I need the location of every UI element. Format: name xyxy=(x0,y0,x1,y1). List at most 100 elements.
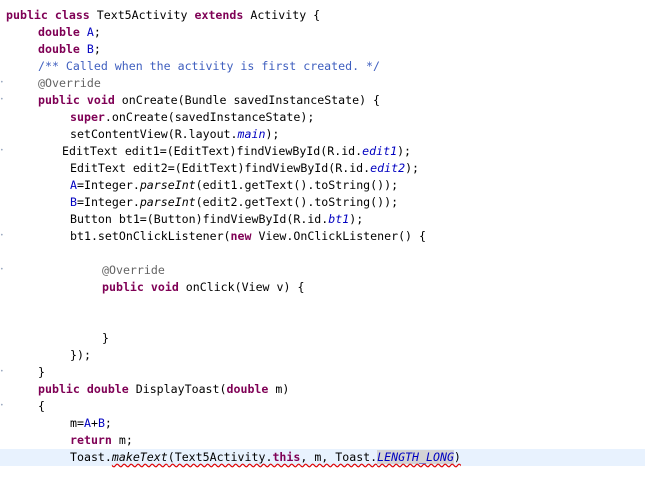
code-token: B xyxy=(86,42,94,56)
gutter-marker-icon[interactable]: • xyxy=(0,148,4,154)
code-token: ); xyxy=(349,212,364,226)
code-token: return xyxy=(70,433,112,447)
code-token: ; xyxy=(93,25,101,39)
code-token: main xyxy=(237,127,266,141)
code-line-text: public void onClick(View v) { xyxy=(102,279,304,296)
gutter-marker-icon[interactable]: • xyxy=(0,80,4,86)
code-token: Activity { xyxy=(243,8,321,22)
code-token: B xyxy=(97,416,105,430)
code-token: B xyxy=(70,195,77,209)
gutter-marker-icon[interactable]: • xyxy=(0,369,4,375)
code-token: void xyxy=(150,280,179,294)
code-token: double xyxy=(38,25,80,39)
code-token: super xyxy=(70,110,105,124)
code-line-text: setContentView(R.layout.main); xyxy=(70,126,279,143)
code-line-text: @Override xyxy=(102,262,165,279)
code-line-text: Toast.makeText(Text5Activity.this, m, To… xyxy=(70,449,461,466)
code-token: this xyxy=(272,450,301,464)
code-token: LENGTH_LONG xyxy=(377,450,454,464)
code-line-text: } xyxy=(102,330,109,347)
code-token: double xyxy=(38,42,80,56)
code-line-text: B=Integer.parseInt(edit2.getText().toStr… xyxy=(70,194,398,211)
code-token: Text5Activity xyxy=(89,8,195,22)
code-token: bt1 xyxy=(328,212,350,226)
code-token: bt1.setOnClickListener( xyxy=(70,229,231,243)
code-token: ); xyxy=(265,127,280,141)
code-line-text: A=Integer.parseInt(edit1.getText().toStr… xyxy=(70,177,398,194)
code-token: public xyxy=(38,382,80,396)
code-token: (edit2.getText().toString()); xyxy=(195,195,399,209)
code-line-text: @Override xyxy=(38,75,101,92)
code-token: =Integer. xyxy=(76,195,140,209)
code-line-text: { xyxy=(38,398,45,415)
code-line-text: double A; xyxy=(38,24,101,41)
gutter-marker-icon[interactable]: • xyxy=(0,403,4,409)
code-token: =Integer. xyxy=(76,178,140,192)
code-token: ; xyxy=(104,416,112,430)
code-line[interactable]: Toast.makeText(Text5Activity.this, m, To… xyxy=(0,449,645,466)
code-token: public xyxy=(38,93,80,107)
code-line-text: return m; xyxy=(70,432,133,449)
code-token: @Override xyxy=(38,76,101,90)
code-line-text: double B; xyxy=(38,41,101,58)
code-token: /** Called when the activity is first cr… xyxy=(38,59,381,73)
code-line-text: bt1.setOnClickListener(new View.OnClickL… xyxy=(70,228,426,245)
code-token: { xyxy=(38,399,45,413)
code-token: ; xyxy=(93,42,101,56)
code-token: parseInt xyxy=(139,195,196,209)
gutter-marker-icon[interactable]: • xyxy=(0,233,4,239)
code-token: m= xyxy=(70,416,84,430)
code-token: Button bt1=(Button)findViewById(R.id. xyxy=(70,212,329,226)
code-token: EditText edit1=(EditText)findViewById(R.… xyxy=(62,144,363,158)
code-token: (Text5Activity. xyxy=(167,450,273,464)
gutter-marker-icon[interactable]: • xyxy=(0,267,4,273)
code-token: double xyxy=(86,382,129,396)
code-line-text: }); xyxy=(70,347,91,364)
code-token: ); xyxy=(405,161,420,175)
code-token: m; xyxy=(111,433,133,447)
code-token: setContentView(R.layout. xyxy=(70,127,238,141)
code-token: ) xyxy=(453,450,461,464)
code-token: parseInt xyxy=(139,178,196,192)
code-line-text: Button bt1=(Button)findViewById(R.id.bt1… xyxy=(70,211,363,228)
code-token: (edit1.getText().toString()); xyxy=(195,178,399,192)
code-line-text: EditText edit1=(EditText)findViewById(R.… xyxy=(62,143,411,160)
code-line-text: public void onCreate(Bundle savedInstanc… xyxy=(38,92,380,109)
code-token: }); xyxy=(70,348,91,362)
code-token: A xyxy=(83,416,91,430)
code-token: DisplayToast( xyxy=(128,382,227,396)
editor-gutter: • • • • • • • xyxy=(0,0,6,500)
code-token: public xyxy=(6,8,48,22)
code-token: @Override xyxy=(102,263,165,277)
code-token: m) xyxy=(268,382,290,396)
code-line-text: } xyxy=(38,364,45,381)
code-token: extends xyxy=(194,8,244,22)
code-token: Toast. xyxy=(70,450,112,464)
code-token: ); xyxy=(397,144,412,158)
code-line-text: EditText edit2=(EditText)findViewById(R.… xyxy=(70,160,419,177)
gutter-marker-icon[interactable]: • xyxy=(0,97,4,103)
code-editor[interactable]: • • • • • • • public class Text5Activity exten… xyxy=(0,0,645,500)
code-token: A xyxy=(70,178,77,192)
code-token: + xyxy=(90,416,98,430)
code-token: void xyxy=(86,93,115,107)
code-line-text: public class Text5Activity extends Activ… xyxy=(6,7,320,24)
code-token: .onCreate(savedInstanceState); xyxy=(104,110,315,124)
code-token: edit1 xyxy=(362,144,398,158)
code-token: View.OnClickListener() { xyxy=(251,229,427,243)
code-token: } xyxy=(38,365,45,379)
code-token: public xyxy=(102,280,144,294)
code-token: EditText edit2=(EditText)findViewById(R.… xyxy=(70,161,371,175)
code-line-text: public double DisplayToast(double m) xyxy=(38,381,289,398)
code-token: class xyxy=(54,8,90,22)
code-token: } xyxy=(102,331,109,345)
code-token: new xyxy=(230,229,252,243)
code-token: , m, Toast. xyxy=(300,450,378,464)
code-token: onClick(View v) { xyxy=(178,280,305,294)
